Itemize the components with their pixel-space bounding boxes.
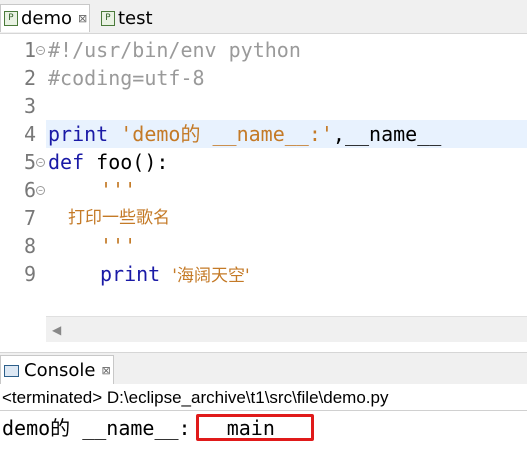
code-text: def foo(): bbox=[48, 148, 168, 176]
code-text: #!/usr/bin/env python bbox=[48, 38, 301, 62]
terminated-status: <terminated> D:\eclipse_archive\t1\src\f… bbox=[2, 388, 389, 407]
code-line: 9 print '海阔天空' bbox=[0, 260, 527, 288]
tab-demo[interactable]: P demo ⊠ bbox=[0, 4, 90, 32]
tab-console[interactable]: Console ⊠ bbox=[0, 355, 114, 385]
keyword: print bbox=[100, 262, 161, 286]
string-literal: 打印一些歌名 bbox=[68, 208, 170, 228]
code-line: 4 print 'demo的 __name__:',__name__ bbox=[0, 120, 527, 148]
line-number: 7 bbox=[23, 206, 36, 230]
scroll-left-icon[interactable]: ◀ bbox=[52, 323, 61, 337]
console-output-panel[interactable]: <terminated> D:\eclipse_archive\t1\src\f… bbox=[0, 384, 527, 457]
code-line: 3 bbox=[0, 92, 527, 120]
code-text: #coding=utf-8 bbox=[48, 66, 205, 90]
highlight-box bbox=[196, 414, 314, 441]
code-text: print '海阔天空' bbox=[100, 260, 250, 290]
line-number: 1 bbox=[23, 38, 36, 62]
code-line: 5 − def foo(): bbox=[0, 148, 527, 176]
keyword: def bbox=[48, 150, 85, 174]
editor-tab-bar: P demo ⊠ P test bbox=[0, 0, 527, 34]
code-line: 6 − ''' bbox=[0, 176, 527, 204]
string-literal: ''' bbox=[100, 234, 137, 258]
code-rest: foo(): bbox=[84, 150, 169, 174]
console-icon bbox=[4, 364, 19, 377]
close-icon[interactable]: ⊠ bbox=[78, 12, 87, 25]
code-line: 7 打印一些歌名 bbox=[0, 204, 527, 232]
tab-label: demo bbox=[21, 8, 73, 29]
string-literal: 'demo的 __name__:' bbox=[120, 122, 333, 146]
tab-label: test bbox=[118, 7, 153, 29]
code-editor[interactable]: 1 − #!/usr/bin/env python 2 #coding=utf-… bbox=[0, 34, 527, 316]
string-literal: '海阔天空' bbox=[172, 266, 250, 286]
line-number: 9 bbox=[23, 262, 36, 286]
line-number: 2 bbox=[23, 66, 36, 90]
code-rest: ,__name__ bbox=[332, 122, 442, 146]
line-number: 6 bbox=[23, 178, 36, 202]
code-text: print 'demo的 __name__:',__name__ bbox=[48, 120, 441, 148]
code-line: 1 − #!/usr/bin/env python bbox=[0, 36, 527, 64]
console-tab-bar: Console ⊠ bbox=[0, 352, 527, 385]
code-line: 2 #coding=utf-8 bbox=[0, 64, 527, 92]
python-file-icon: P bbox=[4, 11, 18, 26]
python-file-icon: P bbox=[101, 10, 115, 26]
line-number: 5 bbox=[23, 150, 36, 174]
horizontal-scrollbar[interactable]: ◀ bbox=[46, 316, 527, 342]
string-literal: ''' bbox=[100, 178, 137, 202]
fold-icon[interactable]: − bbox=[36, 158, 45, 167]
fold-icon[interactable]: − bbox=[36, 186, 45, 195]
keyword: print bbox=[48, 122, 109, 146]
line-number: 3 bbox=[23, 94, 36, 118]
output-prefix: demo的 __name__: bbox=[2, 416, 191, 440]
tab-test[interactable]: P test bbox=[98, 4, 178, 32]
line-number: 8 bbox=[23, 234, 36, 258]
line-number: 4 bbox=[23, 122, 36, 146]
close-icon[interactable]: ⊠ bbox=[101, 364, 110, 377]
console-tab-label: Console bbox=[24, 360, 96, 381]
divider bbox=[0, 410, 527, 411]
code-line: 8 ''' bbox=[0, 232, 527, 260]
fold-icon[interactable]: − bbox=[36, 46, 45, 55]
